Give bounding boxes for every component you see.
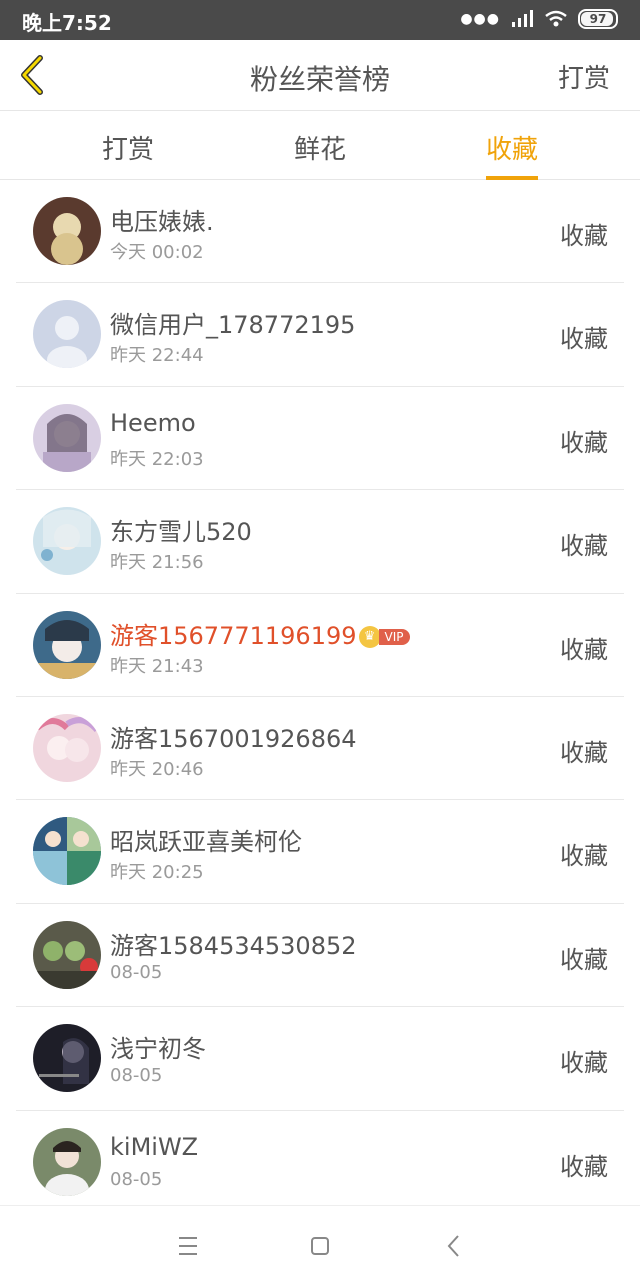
list-item[interactable]: kiMiWZ 08-05 收藏 [16,1111,624,1214]
tab-label: 收藏 [485,135,538,165]
fan-list: 电压婊婊. 今天 00:02 收藏 微信用户_178772195 昨天 22:4… [0,180,640,1214]
action-label: 收藏 [560,532,608,561]
list-item[interactable]: 游客1584534530852 08-05 收藏 [16,904,624,1008]
user-name: 游客1567771196199 ♛ VIP [110,616,410,651]
timestamp: 昨天 22:03 [110,448,204,470]
timestamp: 08-05 [110,961,163,983]
action-label: 收藏 [560,222,608,250]
avatar [33,1024,101,1093]
battery-icon: 97 [578,9,618,29]
list-item[interactable]: 东方雪儿520 昨天 21:56 收藏 [16,490,624,594]
wifi-icon [545,10,567,27]
user-name: 浅宁初冬 [110,1035,206,1064]
tab-favorites[interactable]: 收藏 [442,129,582,180]
status-time: 晚上7:52 [22,11,112,35]
more-dots-icon: ●●● [460,11,500,27]
avatar [33,610,101,679]
user-name: 微信用户_178772195 [110,311,356,340]
user-name: 游客1567001926864 [110,724,357,753]
timestamp: 昨天 20:46 [110,758,204,780]
timestamp: 08-05 [110,1065,163,1087]
status-bar: 晚上7:52 ●●● 97 [0,0,640,40]
timestamp: 昨天 21:56 [110,552,204,574]
timestamp: 昨天 22:44 [110,345,204,367]
back-button[interactable] [10,50,60,100]
tab-bar: 打赏 鲜花 收藏 [0,111,640,180]
list-item[interactable]: 浅宁初冬 08-05 收藏 [16,1007,624,1111]
system-back-button[interactable] [434,1226,474,1266]
user-name: 昭岚跃亚喜美柯伦 [110,828,302,857]
battery-level: 97 [589,12,607,26]
action-label: 收藏 [560,842,608,871]
nav-bar: 粉丝荣誉榜 打赏 [0,40,640,111]
user-name: 电压婊婊. [110,208,214,236]
tab-flowers[interactable]: 鲜花 [250,129,390,166]
vip-badge: ♛ VIP [358,625,410,648]
avatar [33,403,101,472]
action-label: 收藏 [560,635,608,664]
list-item[interactable]: Heemo 昨天 22:03 收藏 [16,387,624,491]
tab-reward[interactable]: 打赏 [58,129,198,166]
timestamp: 昨天 20:25 [110,862,204,884]
tab-label: 打赏 [101,135,154,165]
timestamp: 今天 00:02 [110,242,204,263]
list-item[interactable]: 游客1567001926864 昨天 20:46 收藏 [16,697,624,801]
system-nav-bar [0,1205,640,1281]
menu-icon [179,1237,197,1255]
user-name: 东方雪儿520 [110,518,252,547]
user-name: kiMiWZ [110,1132,199,1161]
list-item[interactable]: 微信用户_178772195 昨天 22:44 收藏 [16,283,624,387]
list-item[interactable]: 电压婊婊. 今天 00:02 收藏 [16,180,624,284]
list-item[interactable]: 昭岚跃亚喜美柯伦 昨天 20:25 收藏 [16,800,624,904]
action-label: 收藏 [560,945,608,974]
menu-button[interactable] [168,1226,208,1266]
home-square-icon [311,1237,329,1255]
avatar [33,817,101,886]
timestamp: 08-05 [110,1168,163,1190]
avatar [33,920,101,989]
action-label: 收藏 [560,1049,608,1078]
user-name-text: 游客1567771196199 [110,621,357,650]
timestamp: 昨天 21:43 [110,655,204,677]
tab-label: 鲜花 [293,135,346,165]
action-label: 收藏 [560,738,608,767]
status-icons: ●●● 97 [460,9,618,29]
user-name: Heemo [110,408,196,437]
reward-button[interactable]: 打赏 [558,58,610,95]
home-button[interactable] [300,1226,340,1266]
avatar [33,197,101,265]
action-label: 收藏 [560,325,608,354]
back-arrow-icon [447,1235,459,1257]
list-item[interactable]: 游客1567771196199 ♛ VIP 昨天 21:43 收藏 [16,594,624,697]
user-name: 游客1584534530852 [110,931,357,960]
crown-icon: ♛ [358,625,381,648]
avatar [33,507,101,576]
vip-label: VIP [378,628,410,645]
avatar [33,713,101,782]
avatar [33,1127,101,1196]
signal-icon [512,10,533,27]
page-title: 粉丝荣誉榜 [249,63,390,96]
action-label: 收藏 [560,428,608,457]
action-label: 收藏 [560,1152,608,1181]
chevron-left-icon [21,55,43,95]
avatar [33,300,101,369]
